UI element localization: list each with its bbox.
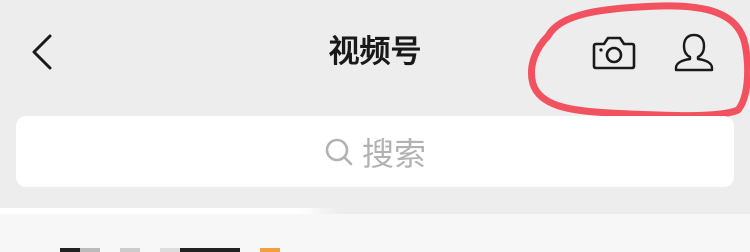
camera-icon (592, 36, 636, 70)
search-bar[interactable]: 搜索 (16, 116, 734, 187)
content-thumbnail[interactable] (60, 248, 80, 252)
search-placeholder: 搜索 (361, 134, 426, 173)
search-icon (325, 138, 353, 165)
person-icon (674, 33, 714, 72)
profile-button[interactable] (670, 29, 718, 77)
content-thumbnail[interactable] (160, 248, 180, 252)
camera-button[interactable] (590, 31, 638, 75)
content-thumbnail[interactable] (120, 248, 140, 252)
content-divider (0, 208, 750, 214)
search-inner: 搜索 (16, 116, 734, 187)
content-thumbnail[interactable] (80, 248, 100, 252)
content-thumbnail[interactable] (260, 248, 280, 252)
navigation-bar: 视频号 (0, 0, 750, 104)
content-area (0, 208, 750, 252)
content-thumbnail[interactable] (180, 248, 240, 252)
